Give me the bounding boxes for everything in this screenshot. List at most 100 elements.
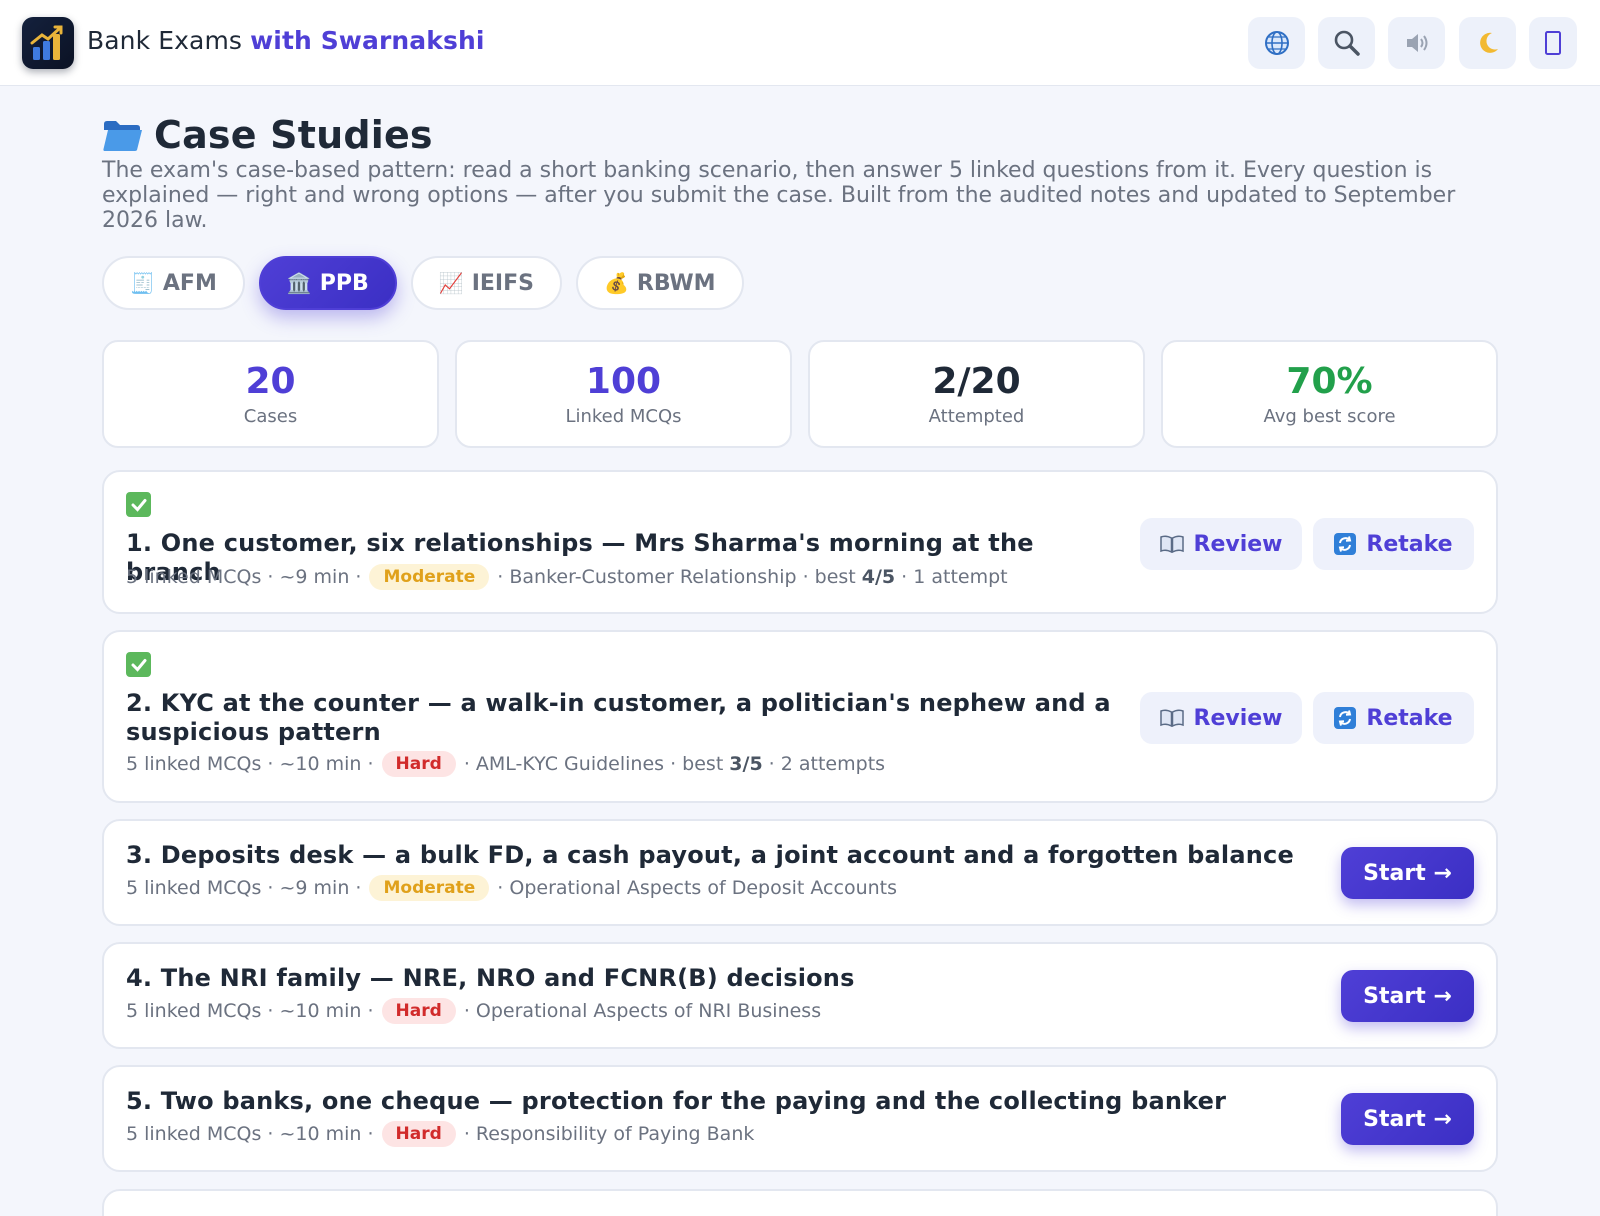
case-card[interactable]: 2. KYC at the counter — a walk-in custom… <box>102 630 1498 803</box>
retake-button[interactable]: Retake <box>1313 692 1474 744</box>
case-duration: ~10 min <box>279 753 362 775</box>
case-title: 4. The NRI family — NRE, NRO and FCNR(B)… <box>126 964 855 992</box>
review-label: Review <box>1193 705 1283 731</box>
stat-value: 2/20 <box>932 361 1021 402</box>
page-description: The exam's case-based pattern: read a sh… <box>102 158 1456 233</box>
case-duration: ~10 min <box>279 1000 362 1022</box>
retry-icon <box>1334 707 1357 729</box>
case-duration: ~9 min <box>279 877 350 899</box>
start-button[interactable]: Start → <box>1341 1093 1474 1145</box>
chart-logo-icon <box>30 25 63 60</box>
case-duration: ~10 min <box>279 1123 362 1145</box>
difficulty-badge: Hard <box>381 1121 456 1147</box>
retake-label: Retake <box>1366 705 1453 731</box>
page-header: Case Studies <box>102 112 433 158</box>
case-title: 3. Deposits desk — a bulk FD, a cash pay… <box>126 841 1294 869</box>
case-topic: AML-KYC Guidelines <box>475 753 665 775</box>
case-topic: Banker-Customer Relationship <box>509 566 797 588</box>
stat-label: Attempted <box>928 406 1025 427</box>
tab-rbwm[interactable]: 💰 RBWM <box>575 256 744 310</box>
sound-button[interactable] <box>1388 17 1445 69</box>
case-meta: 5 linked MCQs · ~10 min · Hard · Responsi… <box>126 1121 755 1147</box>
case-topic: Operational Aspects of NRI Business <box>475 1000 822 1022</box>
stat-cases: 20 Cases <box>102 340 439 448</box>
tab-ppb[interactable]: 🏛️ PPB <box>258 256 397 310</box>
stat-label: Linked MCQs <box>565 406 682 427</box>
difficulty-badge: Hard <box>381 998 456 1024</box>
language-button[interactable] <box>1248 17 1305 69</box>
receipt-icon: 🧾 <box>130 271 155 295</box>
attempt-count: 2 attempts <box>780 753 886 775</box>
case-card[interactable]: 5. Two banks, one cheque — protection fo… <box>102 1065 1498 1172</box>
book-icon <box>1159 709 1184 727</box>
stat-attempted: 2/20 Attempted <box>808 340 1145 448</box>
review-label: Review <box>1193 531 1283 557</box>
retake-label: Retake <box>1366 531 1453 557</box>
stat-value: 100 <box>585 361 662 402</box>
bank-icon: 🏛️ <box>286 271 312 295</box>
retake-button[interactable]: Retake <box>1313 518 1474 570</box>
start-button[interactable]: Start → <box>1341 970 1474 1022</box>
brand-accent: with Swarnakshi <box>250 26 485 55</box>
book-icon <box>1159 535 1184 553</box>
tab-label: RBWM <box>636 270 716 296</box>
review-button[interactable]: Review <box>1140 692 1302 744</box>
case-title: 5. Two banks, one cheque — protection fo… <box>126 1087 1227 1115</box>
menu-button[interactable] <box>1529 17 1577 69</box>
stat-value: 70% <box>1286 361 1373 402</box>
stat-value: 20 <box>245 361 296 402</box>
stat-label: Cases <box>243 406 298 427</box>
search-button[interactable] <box>1318 17 1375 69</box>
chart-up-icon: 📈 <box>438 271 464 295</box>
start-button[interactable]: Start → <box>1341 847 1474 899</box>
case-card[interactable]: 4. The NRI family — NRE, NRO and FCNR(B)… <box>102 942 1498 1049</box>
retry-icon <box>1334 533 1357 555</box>
tab-label: IEIFS <box>471 270 534 296</box>
case-card-partial[interactable] <box>102 1189 1498 1216</box>
folder-icon <box>103 121 142 151</box>
top-bar: Bank Exams with Swarnakshi <box>0 0 1600 86</box>
case-meta: 5 linked MCQs · ~10 min · Hard · AML-KYC … <box>126 751 886 777</box>
tab-afm[interactable]: 🧾 AFM <box>102 256 245 310</box>
page-title: Case Studies <box>154 113 433 157</box>
moon-icon <box>1479 32 1498 53</box>
case-mcq-count: 5 linked MCQs <box>126 1000 262 1022</box>
attempt-count: 1 attempt <box>913 566 1008 588</box>
case-topic: Operational Aspects of Deposit Accounts <box>509 877 898 899</box>
best-score: 3/5 <box>729 753 763 775</box>
stat-linked-mcqs: 100 Linked MCQs <box>455 340 792 448</box>
money-bag-icon: 💰 <box>603 271 629 295</box>
case-mcq-count: 5 linked MCQs <box>126 1123 262 1145</box>
tab-label: PPB <box>319 270 369 296</box>
globe-icon <box>1264 31 1289 55</box>
brand-plain: Bank Exams <box>87 26 243 55</box>
search-icon <box>1334 30 1360 56</box>
difficulty-badge: Moderate <box>369 875 490 901</box>
completed-check-icon <box>126 492 151 517</box>
review-button[interactable]: Review <box>1140 518 1302 570</box>
stat-avg-best-score: 70% Avg best score <box>1161 340 1498 448</box>
brand-title: Bank Exams with Swarnakshi <box>87 26 485 55</box>
app-logo[interactable] <box>22 17 74 69</box>
case-card[interactable]: 1. One customer, six relationships — Mrs… <box>102 470 1498 614</box>
speaker-icon <box>1406 34 1427 52</box>
case-title: 2. KYC at the counter — a walk-in custom… <box>126 689 1111 746</box>
best-score: 4/5 <box>861 566 896 588</box>
completed-check-icon <box>126 652 151 677</box>
difficulty-badge: Hard <box>381 751 456 777</box>
tab-ieifs[interactable]: 📈 IEIFS <box>410 256 562 310</box>
case-card[interactable]: 3. Deposits desk — a bulk FD, a cash pay… <box>102 819 1498 926</box>
difficulty-badge: Moderate <box>369 564 490 590</box>
stat-label: Avg best score <box>1263 406 1396 427</box>
best-label: best <box>682 753 724 775</box>
tab-label: AFM <box>162 270 217 296</box>
case-mcq-count: 5 linked MCQs <box>126 566 262 588</box>
case-meta: 5 linked MCQs · ~9 min · Moderate · Banke… <box>126 564 1008 590</box>
best-label: best <box>814 566 856 588</box>
theme-toggle-button[interactable] <box>1459 17 1516 69</box>
case-topic: Responsibility of Paying Bank <box>475 1123 755 1145</box>
case-meta: 5 linked MCQs · ~9 min · Moderate · Opera… <box>126 875 898 901</box>
case-duration: ~9 min <box>279 566 350 588</box>
case-meta: 5 linked MCQs · ~10 min · Hard · Operatio… <box>126 998 822 1024</box>
menu-icon <box>1545 31 1561 55</box>
